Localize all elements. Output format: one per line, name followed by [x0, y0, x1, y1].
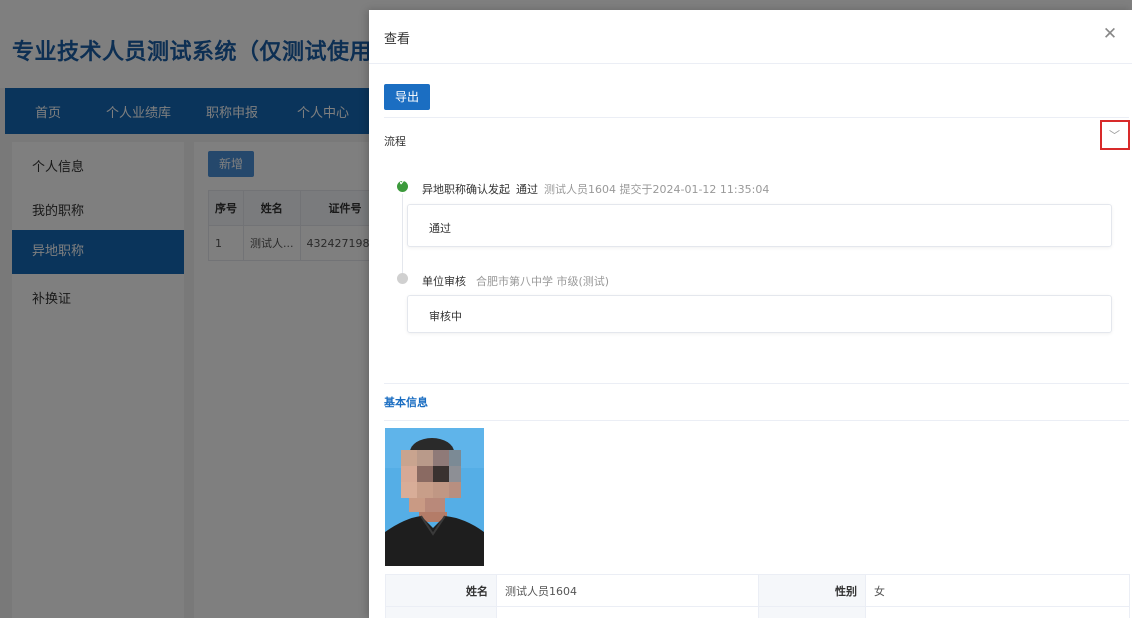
info-value — [865, 606, 1130, 618]
timeline-connector — [402, 194, 403, 276]
basic-info-table: 姓名 测试人员1604 性别 女 — [385, 574, 1130, 618]
divider — [384, 117, 1129, 118]
chevron-down-icon: ﹀ — [1109, 129, 1120, 142]
timeline-step: 单位审核 — [422, 275, 466, 288]
timeline-comment-box: 审核中 — [407, 295, 1112, 333]
timeline-step: 异地职称确认发起 — [422, 183, 510, 196]
info-value — [496, 606, 759, 618]
drawer-header: 查看 ✕ — [369, 10, 1132, 64]
timeline-comment: 通过 — [429, 222, 451, 235]
divider — [384, 420, 1129, 421]
export-button[interactable]: 导出 — [384, 84, 430, 110]
profile-photo — [385, 428, 484, 566]
gender-label: 性别 — [758, 574, 866, 607]
timeline-comment-box: 通过 — [407, 204, 1112, 247]
timeline-status: 通过 — [516, 183, 538, 196]
name-label: 姓名 — [385, 574, 497, 607]
check-circle-icon: ✔ — [397, 178, 408, 192]
info-label — [758, 606, 866, 618]
timeline-meta: 测试人员1604 提交于2024-01-12 11:35:04 — [544, 183, 770, 196]
timeline-item-header: 异地职称确认发起 通过 测试人员1604 提交于2024-01-12 11:35:0… — [422, 181, 769, 197]
name-value: 测试人员1604 — [496, 574, 759, 607]
drawer-title: 查看 — [384, 32, 411, 47]
gender-value: 女 — [865, 574, 1130, 607]
close-icon[interactable]: ✕ — [1100, 24, 1120, 44]
timeline-item-header: 单位审核 合肥市第八中学 市级(测试) — [422, 273, 609, 289]
pending-dot-icon — [397, 273, 408, 284]
flow-section-label: 流程 — [384, 135, 406, 148]
timeline-comment: 审核中 — [429, 310, 462, 323]
view-drawer: 查看 ✕ 导出 流程 ﹀ ✔ 异地职称确认发起 通过 测试人员1604 提交于202… — [369, 10, 1132, 618]
portrait-image — [385, 428, 484, 566]
basic-info-title: 基本信息 — [384, 396, 428, 409]
collapse-toggle-button[interactable]: ﹀ — [1100, 120, 1130, 150]
info-label — [385, 606, 497, 618]
timeline-meta: 合肥市第八中学 市级(测试) — [476, 275, 610, 288]
divider — [384, 383, 1129, 384]
